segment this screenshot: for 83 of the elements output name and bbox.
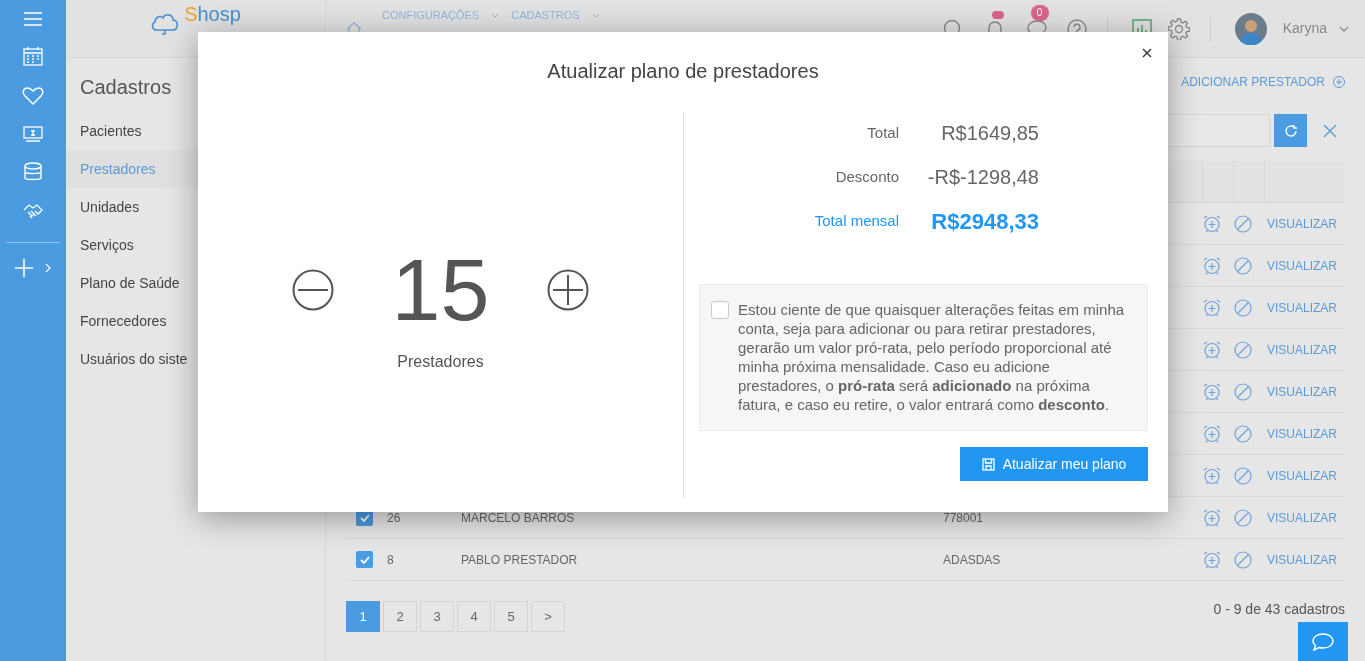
view-link[interactable]: VISUALIZAR: [1266, 214, 1337, 233]
chevron-down-icon: [591, 13, 600, 18]
view-link[interactable]: VISUALIZAR: [1266, 508, 1337, 527]
message-count-badge: 0: [1030, 4, 1049, 21]
cloud-logo-icon: [150, 12, 181, 36]
code-cell: ADASDAS: [943, 552, 1001, 567]
ban-icon[interactable]: [1233, 424, 1252, 443]
settings-icon[interactable]: [1167, 17, 1190, 40]
code-cell: 778001: [943, 510, 984, 525]
user-name[interactable]: Karyna: [1282, 18, 1327, 39]
page-button[interactable]: 1: [346, 601, 380, 632]
page-button[interactable]: 5: [494, 601, 528, 632]
heart-icon[interactable]: [22, 86, 44, 106]
money-screen-icon[interactable]: [23, 126, 43, 142]
view-link[interactable]: VISUALIZAR: [1266, 550, 1337, 569]
avatar[interactable]: [1234, 12, 1267, 45]
calendar-icon[interactable]: [23, 46, 43, 66]
view-link[interactable]: VISUALIZAR: [1266, 382, 1337, 401]
close-icon[interactable]: [1142, 48, 1152, 58]
total-label: Desconto: [834, 166, 899, 187]
page-button[interactable]: 3: [420, 601, 454, 632]
chevron-down-icon[interactable]: [1339, 25, 1349, 32]
update-plan-button[interactable]: Atualizar meu plano: [960, 447, 1148, 481]
total-label: Total mensal: [813, 210, 899, 231]
sidebar-title: Cadastros: [79, 75, 173, 100]
breadcrumb-link[interactable]: CADASTROS: [511, 7, 580, 24]
ban-icon[interactable]: [1233, 508, 1252, 527]
plus-circle-icon[interactable]: [547, 269, 590, 311]
results-summary: 0 - 9 de 43 cadastros: [1213, 600, 1345, 619]
chevron-right-icon[interactable]: [45, 263, 51, 273]
ban-icon[interactable]: [1233, 466, 1252, 485]
ban-icon[interactable]: [1233, 382, 1252, 401]
ban-icon[interactable]: [1233, 550, 1252, 569]
view-link[interactable]: VISUALIZAR: [1266, 298, 1337, 317]
view-link[interactable]: VISUALIZAR: [1266, 466, 1337, 485]
total-value: R$2948,33: [930, 207, 1039, 236]
total-value: R$1649,85: [940, 121, 1039, 146]
database-icon[interactable]: [23, 162, 43, 182]
name-cell: MARCELO BARROS: [461, 510, 575, 525]
checkbox[interactable]: [356, 551, 373, 568]
chevron-down-icon: [491, 13, 500, 18]
alarm-plus-icon[interactable]: [1202, 256, 1221, 275]
view-link[interactable]: VISUALIZAR: [1266, 256, 1337, 275]
breadcrumb-link[interactable]: CONFIGURAÇÕES: [382, 7, 480, 24]
alarm-plus-icon[interactable]: [1202, 508, 1221, 527]
page-button[interactable]: 4: [457, 601, 491, 632]
view-link[interactable]: VISUALIZAR: [1266, 424, 1337, 443]
count-label: Prestadores: [397, 352, 484, 372]
check-icon: [359, 513, 370, 522]
checkbox[interactable]: [711, 301, 729, 319]
dialog-title: Atualizar plano de prestadores: [547, 59, 819, 84]
plus-icon[interactable]: [15, 259, 33, 277]
view-link[interactable]: VISUALIZAR: [1266, 340, 1337, 359]
chat-button[interactable]: [1298, 622, 1348, 661]
alarm-plus-icon[interactable]: [1202, 298, 1221, 317]
check-icon: [359, 555, 370, 564]
alarm-plus-icon[interactable]: [1202, 340, 1221, 359]
alarm-plus-icon[interactable]: [1202, 382, 1221, 401]
refresh-button[interactable]: [1274, 114, 1307, 147]
page-button[interactable]: >: [531, 601, 565, 632]
notice-text: Estou ciente de que quaisquer alterações feitas em minha conta, seja para adicionar ou para retirar prestadores, gerarão um valor pró-rata, pelo período proporcional até minha próxima mensalidade. Caso eu adicione prestadores, o pró-rata será adicionado na próxima fatura, e caso eu retire, o valor entrará como desconto.: [738, 300, 1126, 414]
id-cell: 8: [387, 552, 394, 567]
total-value: -R$-1298,48: [926, 165, 1039, 190]
chat-bubble-icon: [1312, 632, 1334, 651]
total-label: Total: [866, 122, 899, 143]
alarm-plus-icon[interactable]: [1202, 214, 1221, 233]
logo-text: Shosp: [184, 4, 241, 24]
ban-icon[interactable]: [1233, 214, 1252, 233]
ban-icon[interactable]: [1233, 340, 1252, 359]
add-provider-link[interactable]: ADICIONAR PRESTADOR: [1181, 73, 1325, 91]
minus-circle-icon[interactable]: [291, 269, 334, 311]
provider-count: 15: [391, 246, 490, 334]
alarm-plus-icon[interactable]: [1202, 550, 1221, 569]
name-cell: PABLO PRESTADOR: [461, 552, 578, 567]
page-button[interactable]: 2: [383, 601, 417, 632]
id-cell: 26: [387, 510, 401, 525]
save-icon: [981, 457, 995, 471]
alarm-plus-icon[interactable]: [1202, 466, 1221, 485]
alarm-plus-icon[interactable]: [1202, 424, 1221, 443]
ban-icon[interactable]: [1233, 298, 1252, 317]
ban-icon[interactable]: [1233, 256, 1252, 275]
menu-icon[interactable]: [24, 12, 42, 26]
refresh-icon: [1282, 123, 1299, 138]
